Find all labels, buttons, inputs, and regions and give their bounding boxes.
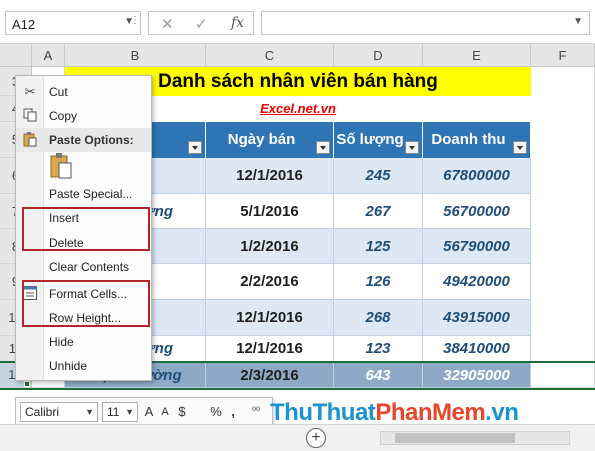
table-header-revenue[interactable]: Doanh thu — [423, 122, 531, 158]
table-cell-revenue[interactable]: 38410000 — [423, 336, 531, 362]
column-header-d[interactable]: D — [334, 44, 423, 67]
paste-clipboard-icon[interactable] — [49, 153, 73, 179]
font-size-select[interactable]: 11 ▼ — [102, 402, 138, 422]
menu-item-cut[interactable]: ✂ Cut — [16, 80, 151, 104]
table-cell-revenue[interactable]: 56700000 — [423, 194, 531, 229]
font-size-value: 11 — [107, 405, 120, 419]
table-header-qty[interactable]: Số lượng — [334, 122, 423, 158]
highlight-insert-delete — [22, 207, 150, 251]
table-cell-qty[interactable]: 643 — [334, 363, 423, 388]
menu-item-label: Cut — [49, 85, 68, 99]
name-box-value: A12 — [12, 17, 36, 32]
chevron-down-icon[interactable]: ▼ — [85, 403, 94, 421]
horizontal-scrollbar[interactable] — [380, 431, 570, 445]
table-cell-revenue[interactable]: 67800000 — [423, 158, 531, 194]
font-name-value: Calibri — [25, 405, 60, 419]
table-cell-date[interactable]: 2/2/2016 — [206, 264, 334, 300]
table-cell-qty[interactable]: 123 — [334, 336, 423, 362]
table-cell-revenue[interactable]: 43915000 — [423, 300, 531, 336]
table-cell-qty[interactable]: 268 — [334, 300, 423, 336]
table-cell-revenue[interactable]: 49420000 — [423, 264, 531, 300]
increase-font-icon[interactable]: A — [142, 403, 156, 421]
column-header-c[interactable]: C — [206, 44, 334, 67]
table-cell-qty[interactable]: 126 — [334, 264, 423, 300]
column-f-cells[interactable] — [531, 67, 595, 388]
table-cell-date[interactable]: 12/1/2016 — [206, 336, 334, 362]
expand-formula-icon[interactable]: ▼ — [573, 16, 583, 27]
highlight-format-rowheight — [22, 280, 150, 327]
filter-dropdown-icon[interactable] — [188, 141, 202, 154]
column-header-f[interactable]: F — [531, 44, 595, 67]
table-cell-date[interactable]: 1/2/2016 — [206, 229, 334, 264]
menu-item-label: Unhide — [49, 359, 88, 373]
enter-icon[interactable]: ✓ — [195, 15, 208, 33]
table-cell-date[interactable]: 5/1/2016 — [206, 194, 334, 229]
formula-input[interactable]: ▼ — [261, 11, 590, 35]
menu-item-label: Paste Options: — [49, 133, 134, 147]
menu-item-clear-contents[interactable]: Clear Contents — [16, 255, 151, 279]
cancel-icon[interactable]: ✕ — [161, 15, 174, 33]
watermark-part2: PhanMem — [375, 399, 486, 426]
menu-item-label: Copy — [49, 109, 78, 123]
menu-item-hide[interactable]: Hide — [16, 330, 151, 354]
fill-handle[interactable] — [24, 381, 30, 387]
add-sheet-icon[interactable]: + — [306, 428, 326, 448]
percent-icon[interactable]: % — [208, 403, 224, 421]
header-revenue-label: Doanh thu — [431, 131, 506, 148]
header-date-label: Ngày bán — [227, 131, 296, 148]
formula-bar: A12 ▼ ⋮ ✕ ✓ fx ▼ — [0, 0, 595, 44]
more-icon: ⋮ — [130, 15, 140, 26]
menu-item-copy[interactable]: Copy — [16, 104, 151, 128]
copy-icon — [22, 108, 38, 124]
menu-item-unhide[interactable]: Unhide — [16, 354, 151, 378]
table-cell-qty[interactable]: 125 — [334, 229, 423, 264]
scrollbar-thumb[interactable] — [395, 433, 515, 443]
menu-item-label: Paste Special... — [49, 187, 133, 201]
watermark: ThuThuatPhanMem.vn — [270, 396, 590, 430]
selection-bottom-border — [0, 388, 595, 390]
menu-item-label: Clear Contents — [49, 260, 130, 274]
formula-buttons: ✕ ✓ fx — [148, 11, 254, 35]
table-cell-date[interactable]: 12/1/2016 — [206, 158, 334, 194]
column-header-a[interactable]: A — [32, 44, 65, 67]
chevron-down-icon[interactable]: ▼ — [125, 403, 134, 421]
column-header-e[interactable]: E — [423, 44, 531, 67]
header-qty-label: Số lượng — [336, 131, 404, 148]
watermark-part1: ThuThuat — [270, 399, 376, 426]
clipboard-icon — [22, 132, 38, 148]
paste-options-header: Paste Options: — [16, 128, 151, 152]
table-cell-date[interactable]: 2/3/2016 — [206, 363, 334, 388]
decimal-icon[interactable]: ⁰⁰ — [244, 403, 268, 421]
comma-style-icon[interactable]: , — [228, 403, 238, 421]
filter-dropdown-icon[interactable] — [513, 141, 527, 154]
filter-dropdown-icon[interactable] — [405, 141, 419, 154]
table-cell-revenue[interactable]: 56790000 — [423, 229, 531, 264]
menu-item-paste-special[interactable]: Paste Special... — [16, 182, 151, 206]
column-header-b[interactable]: B — [65, 44, 206, 67]
table-cell-qty[interactable]: 267 — [334, 194, 423, 229]
table-cell-revenue[interactable]: 32905000 — [423, 363, 531, 388]
menu-item-label: Hide — [49, 335, 74, 349]
font-name-select[interactable]: Calibri ▼ — [20, 402, 98, 422]
select-all-corner[interactable] — [0, 44, 32, 67]
insert-function-icon[interactable]: fx — [231, 15, 244, 31]
watermark-part3: .vn — [485, 399, 519, 426]
table-header-date[interactable]: Ngày bán — [206, 122, 334, 158]
name-box[interactable]: A12 ▼ — [5, 11, 141, 35]
filter-dropdown-icon[interactable] — [316, 141, 330, 154]
decrease-font-icon[interactable]: A — [158, 403, 172, 421]
table-cell-date[interactable]: 12/1/2016 — [206, 300, 334, 336]
currency-icon[interactable]: $ — [174, 403, 190, 421]
table-cell-qty[interactable]: 245 — [334, 158, 423, 194]
scissors-icon: ✂ — [24, 84, 36, 99]
